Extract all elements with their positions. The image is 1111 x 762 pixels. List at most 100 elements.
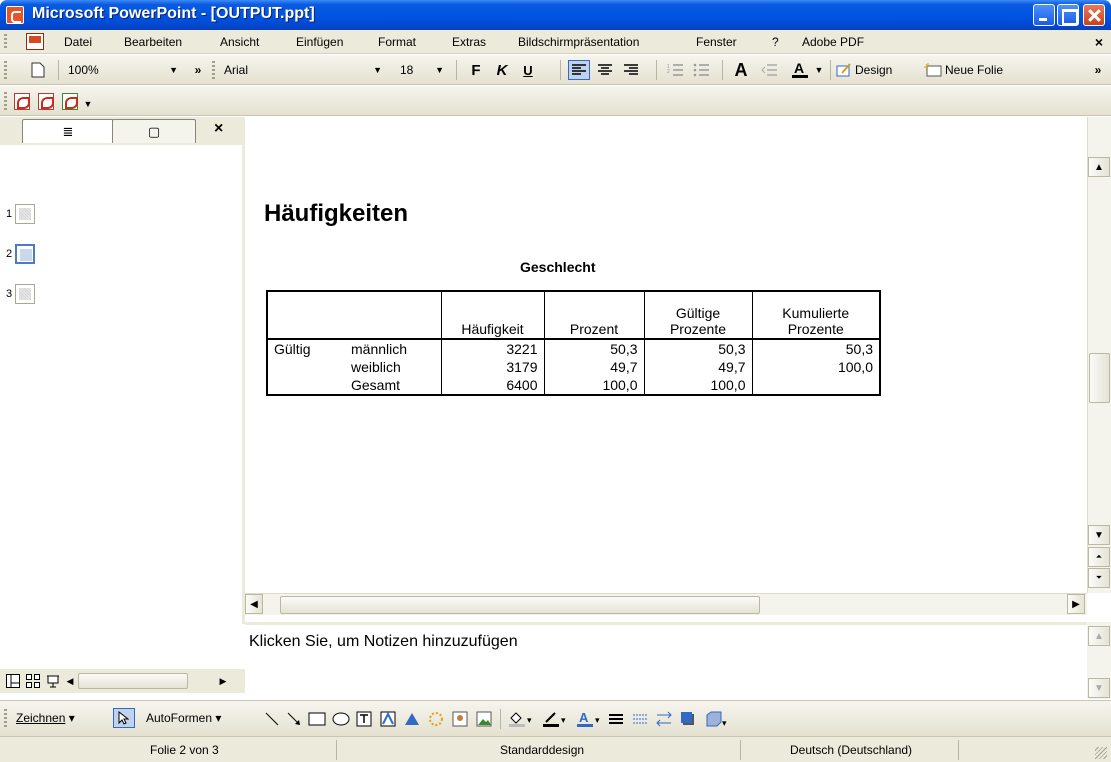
menu-einfuegen[interactable]: Einfügen (296, 35, 343, 49)
line-style-icon[interactable] (608, 709, 624, 729)
menu-ansicht[interactable]: Ansicht (220, 35, 259, 49)
arrow-icon[interactable] (286, 709, 302, 729)
previous-slide-icon[interactable]: ⏶ (1088, 547, 1110, 567)
wordart-icon[interactable] (380, 709, 396, 729)
zoom-combo[interactable]: 100% ▼ (68, 60, 180, 80)
toolbar-grip[interactable] (212, 61, 215, 79)
dash-style-icon[interactable] (632, 709, 648, 729)
scroll-right-icon[interactable]: ▶ (1067, 594, 1085, 614)
tab-slides[interactable]: ▢ (112, 119, 196, 143)
scroll-up-icon[interactable]: ▲ (1088, 157, 1110, 177)
3d-style-icon[interactable]: ▾ (704, 709, 728, 729)
underline-button[interactable]: U (518, 60, 538, 80)
menu-fenster[interactable]: Fenster (696, 35, 737, 49)
line-color-icon[interactable]: ▾ (540, 709, 570, 729)
shadow-style-icon[interactable] (680, 709, 696, 729)
fill-color-icon[interactable]: ▾ (506, 709, 536, 729)
menu-bildschirmpraesentation[interactable]: Bildschirmpräsentation (518, 35, 639, 49)
decrease-indent-icon[interactable] (758, 60, 780, 80)
convert-to-pdf-icon[interactable] (14, 93, 30, 110)
slide-title[interactable]: Häufigkeiten (264, 200, 408, 228)
menu-format[interactable]: Format (378, 35, 416, 49)
convert-and-review-pdf-icon[interactable] (62, 93, 78, 110)
scroll-right-icon[interactable]: ▶ (216, 671, 230, 691)
align-center-icon[interactable] (594, 60, 616, 80)
menu-help[interactable]: ? (772, 35, 779, 49)
vertical-scrollbar[interactable]: ▲ ▼ ⏶ ⏷ (1087, 117, 1111, 593)
horizontal-scroll-thumb[interactable] (78, 673, 188, 689)
menu-extras[interactable]: Extras (452, 35, 486, 49)
menu-datei[interactable]: Datei (64, 35, 92, 49)
tab-outline[interactable]: ≣ (22, 119, 114, 143)
minimize-button[interactable] (1033, 4, 1055, 26)
align-left-icon[interactable] (568, 60, 590, 80)
bullet-list-icon[interactable] (690, 60, 712, 80)
notes-pane[interactable]: Klicken Sie, um Notizen hinzuzufügen (245, 622, 1087, 699)
menu-adobe-pdf[interactable]: Adobe PDF (802, 35, 864, 49)
draw-menu-button[interactable]: Zeichnen ▾ (16, 711, 75, 725)
toolbar-overflow-icon[interactable]: » (1090, 60, 1106, 80)
insert-image-icon[interactable] (476, 709, 492, 729)
font-size-combo[interactable]: 18 ▼ (400, 60, 446, 80)
diagram-icon[interactable] (404, 709, 420, 729)
chevron-down-icon[interactable]: ▼ (814, 60, 824, 80)
powerpoint-app-icon[interactable] (6, 6, 24, 24)
toolbar-grip[interactable] (4, 34, 7, 50)
italic-button[interactable]: K (492, 60, 512, 80)
design-button[interactable]: Design (836, 60, 918, 80)
menu-bearbeiten[interactable]: Bearbeiten (124, 35, 182, 49)
chevron-down-icon[interactable]: ▼ (435, 60, 444, 80)
arrow-style-icon[interactable] (656, 709, 672, 729)
frequency-table[interactable]: Häufigkeit Prozent Gültige Prozente Kumu… (266, 290, 881, 396)
toolbar-grip[interactable] (4, 61, 7, 79)
notes-placeholder[interactable]: Klicken Sie, um Notizen hinzuzufügen (249, 633, 518, 651)
slide-thumbnail-3[interactable]: 3 (6, 283, 36, 305)
scroll-left-icon[interactable]: ◀ (245, 594, 263, 614)
clip-art-icon[interactable] (428, 709, 444, 729)
close-document-icon[interactable]: × (1095, 34, 1103, 50)
toolbar-overflow-icon[interactable]: » (190, 60, 206, 80)
chevron-down-icon[interactable]: ▼ (373, 60, 382, 80)
oval-icon[interactable] (332, 709, 350, 729)
slide-thumbnail-2[interactable]: 2 (6, 243, 36, 265)
numbered-list-icon[interactable]: 12 (664, 60, 686, 80)
text-color-icon[interactable]: A ▾ (574, 709, 604, 729)
table-title[interactable]: Geschlecht (520, 259, 595, 275)
line-icon[interactable] (264, 709, 280, 729)
horizontal-scroll-thumb[interactable] (280, 596, 760, 614)
rectangle-icon[interactable] (308, 709, 326, 729)
text-box-icon[interactable] (356, 709, 372, 729)
chevron-down-icon[interactable]: ▼ (169, 60, 178, 80)
horizontal-scrollbar[interactable]: ◀ ▶ (245, 593, 1087, 615)
scroll-up-icon[interactable]: ▲ (1088, 626, 1110, 646)
slideshow-view-icon[interactable] (44, 671, 62, 691)
close-window-button[interactable] (1083, 4, 1105, 26)
toolbar-grip[interactable] (4, 709, 7, 729)
align-right-icon[interactable] (620, 60, 642, 80)
slide-thumbnail-1[interactable]: 1 (6, 203, 36, 225)
vertical-scroll-thumb[interactable] (1089, 353, 1110, 403)
font-color-icon[interactable]: A (788, 60, 812, 80)
convert-and-email-pdf-icon[interactable] (38, 93, 54, 110)
notes-scrollbar[interactable]: ▲ ▼ (1087, 622, 1111, 699)
increase-font-icon[interactable]: A (730, 60, 752, 80)
maximize-button[interactable] (1057, 4, 1079, 26)
resize-grip[interactable] (1095, 747, 1107, 759)
autoshapes-menu-button[interactable]: AutoFormen ▾ (146, 711, 221, 725)
scroll-down-icon[interactable]: ▼ (1088, 525, 1110, 545)
close-pane-icon[interactable]: × (214, 120, 223, 138)
new-document-icon[interactable] (28, 60, 48, 80)
select-objects-icon[interactable] (113, 708, 135, 728)
normal-view-icon[interactable] (4, 671, 22, 691)
scroll-down-icon[interactable]: ▼ (1088, 678, 1110, 698)
slide-sorter-view-icon[interactable] (24, 671, 42, 691)
toolbar-grip[interactable] (4, 92, 7, 110)
scroll-left-icon[interactable]: ◀ (64, 671, 76, 691)
document-icon[interactable] (26, 33, 44, 50)
bold-button[interactable]: F (466, 60, 486, 80)
new-slide-button[interactable]: Neue Folie (924, 60, 1084, 80)
next-slide-icon[interactable]: ⏷ (1088, 568, 1110, 588)
font-combo[interactable]: Arial ▼ (224, 60, 384, 80)
insert-picture-icon[interactable] (452, 709, 468, 729)
chevron-down-icon[interactable]: ▼ (82, 94, 94, 114)
